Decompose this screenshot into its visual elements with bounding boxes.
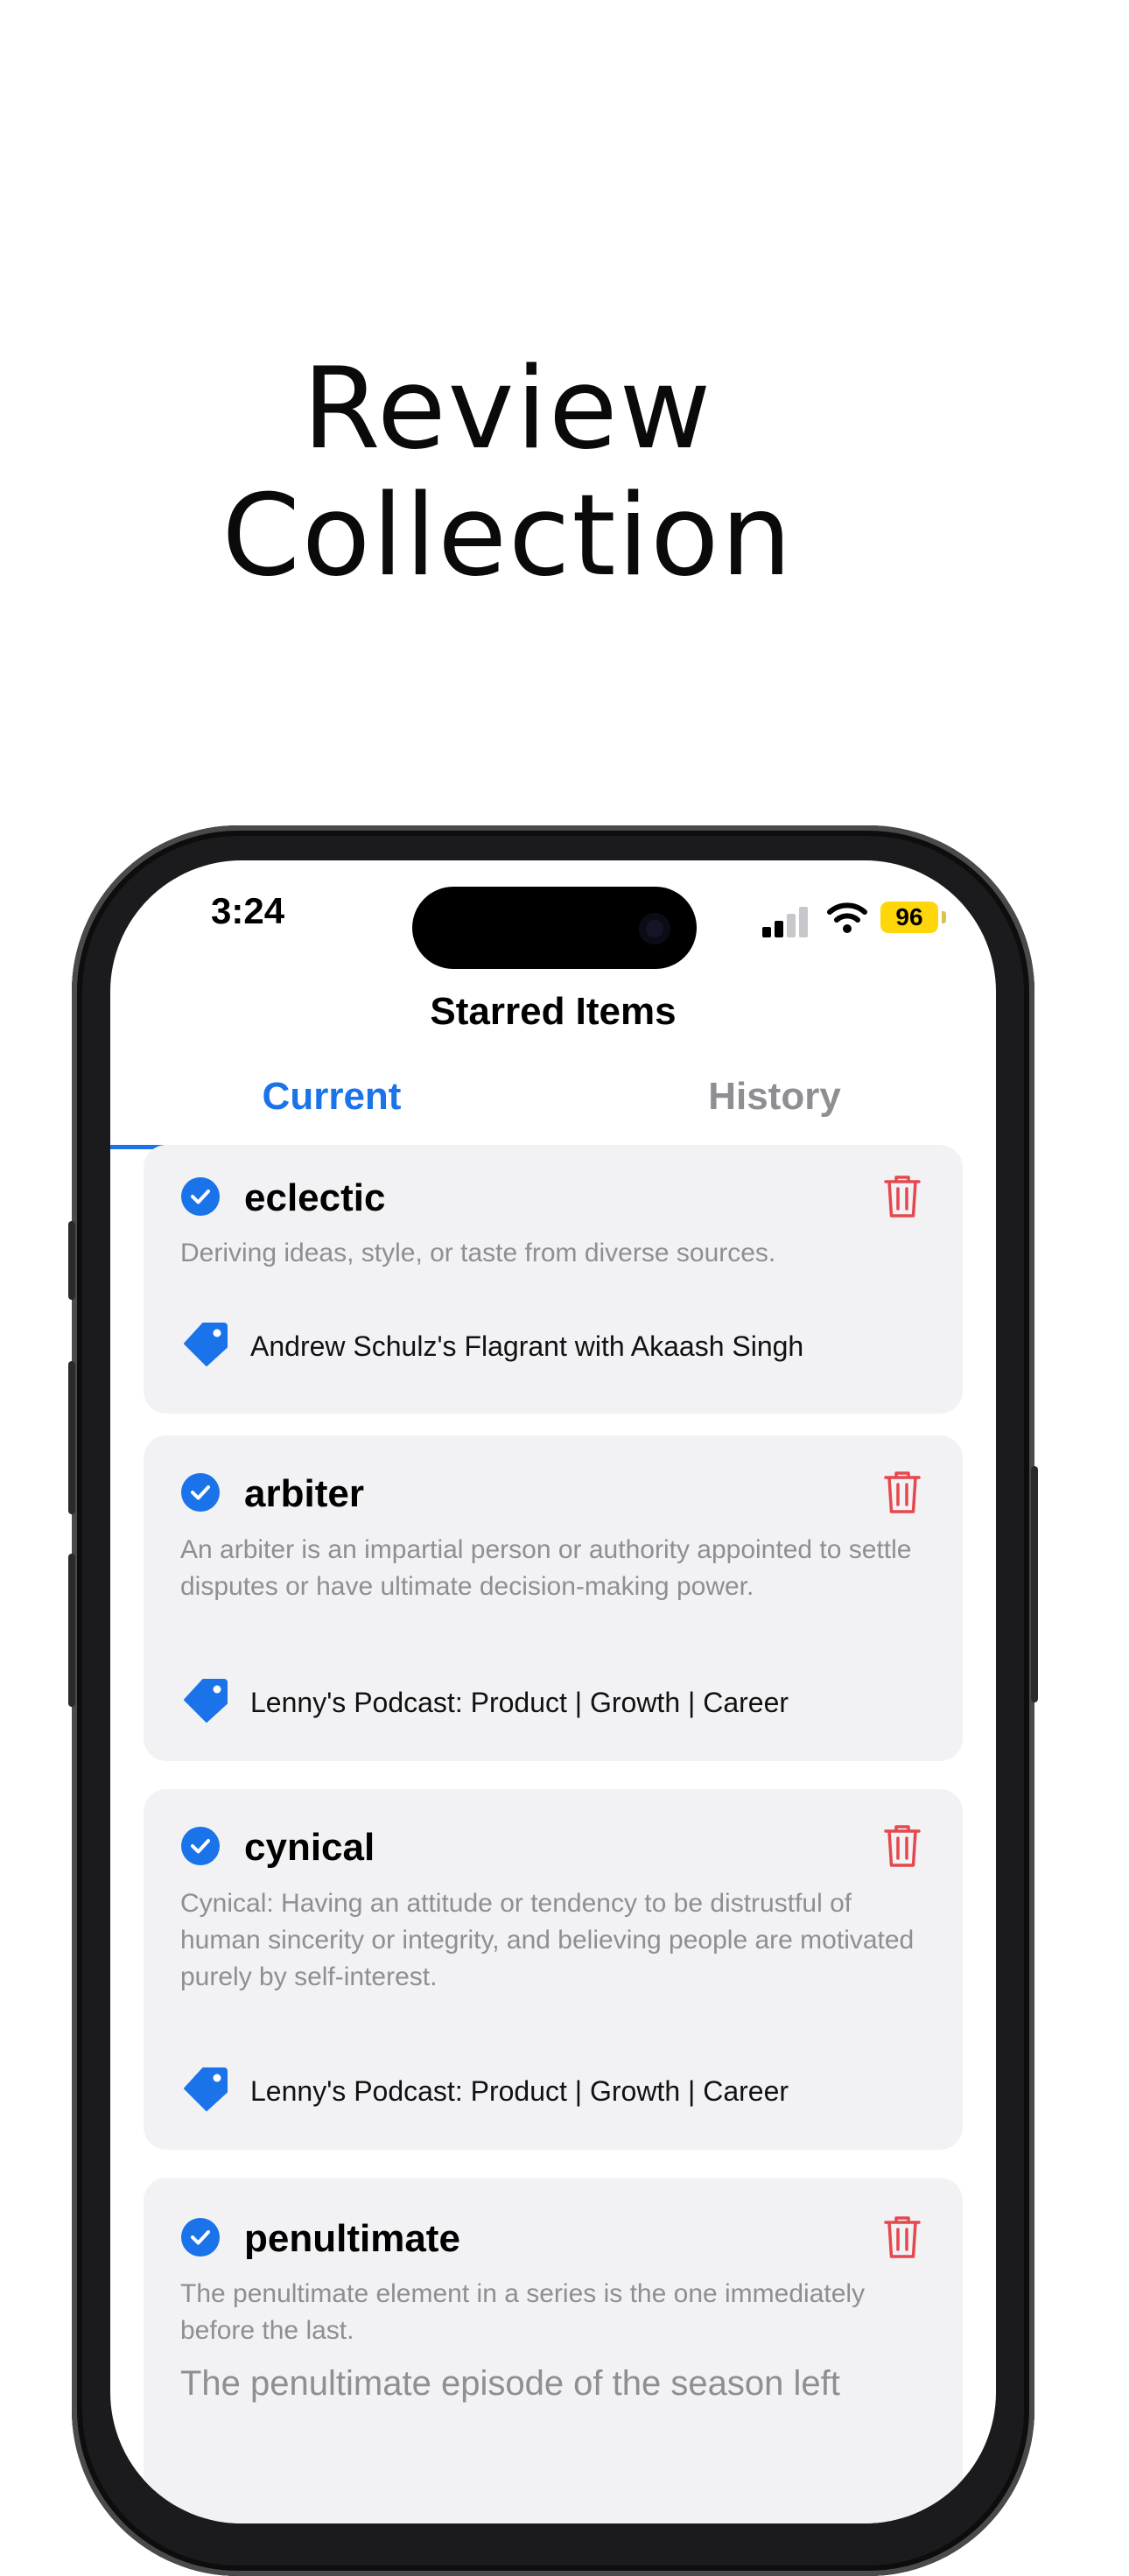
list-item[interactable]: eclectic Deriving ideas, style, or taste… bbox=[144, 1145, 963, 1414]
item-definition: An arbiter is an impartial person or aut… bbox=[180, 1535, 912, 1601]
status-time: 3:24 bbox=[211, 890, 285, 931]
item-source: Lenny's Podcast: Product | Growth | Care… bbox=[250, 1687, 789, 1718]
item-word: arbiter bbox=[244, 1472, 364, 1515]
checkmark-circle-icon[interactable] bbox=[181, 1473, 220, 1512]
tag-icon bbox=[184, 2067, 228, 2111]
volume-up-button bbox=[68, 1361, 75, 1514]
tag-icon bbox=[184, 1679, 228, 1723]
tab-current[interactable]: Current bbox=[110, 1075, 553, 1119]
item-definition: Cynical: Having an attitude or tendency … bbox=[180, 1889, 915, 1991]
tag-icon bbox=[184, 1323, 228, 1366]
battery-indicator: 96 bbox=[880, 902, 938, 933]
battery-tip bbox=[942, 911, 946, 923]
headline-line-2: Collection bbox=[221, 471, 794, 601]
headline: Review Collection bbox=[0, 346, 1015, 600]
trash-icon[interactable] bbox=[883, 1470, 922, 1515]
item-definition: The penultimate element in a series is t… bbox=[180, 2279, 866, 2345]
tab-history[interactable]: History bbox=[553, 1075, 996, 1119]
cellular-signal-icon bbox=[762, 906, 811, 937]
list-item[interactable]: penultimate The penultimate element in a… bbox=[144, 2178, 963, 2523]
trash-icon[interactable] bbox=[883, 1823, 922, 1869]
checkmark-circle-icon[interactable] bbox=[181, 2218, 220, 2257]
item-example: The penultimate episode of the season le… bbox=[180, 2364, 840, 2403]
trash-icon[interactable] bbox=[883, 2215, 922, 2260]
phone-screen: 3:24 96 Starred Items Current History ec… bbox=[110, 860, 996, 2523]
trash-icon[interactable] bbox=[883, 1174, 922, 1219]
tab-bar: Current History bbox=[110, 1075, 996, 1136]
list-item[interactable]: cynical Cynical: Having an attitude or t… bbox=[144, 1789, 963, 2150]
camera-icon bbox=[639, 913, 670, 944]
list-item[interactable]: arbiter An arbiter is an impartial perso… bbox=[144, 1435, 963, 1761]
wifi-icon bbox=[827, 902, 867, 933]
checkmark-circle-icon[interactable] bbox=[181, 1177, 220, 1216]
action-button bbox=[68, 1221, 75, 1300]
item-word: penultimate bbox=[244, 2217, 460, 2260]
item-word: cynical bbox=[244, 1826, 375, 1869]
item-source: Andrew Schulz's Flagrant with Akaash Sin… bbox=[250, 1330, 804, 1362]
power-button bbox=[1031, 1466, 1038, 1702]
item-definition: Deriving ideas, style, or taste from div… bbox=[180, 1239, 776, 1267]
headline-line-1: Review bbox=[302, 344, 713, 474]
item-source: Lenny's Podcast: Product | Growth | Care… bbox=[250, 2075, 789, 2107]
dynamic-island bbox=[412, 887, 697, 969]
page-title: Starred Items bbox=[430, 990, 677, 1033]
item-word: eclectic bbox=[244, 1176, 386, 1219]
volume-down-button bbox=[68, 1554, 75, 1707]
checkmark-circle-icon[interactable] bbox=[181, 1827, 220, 1865]
